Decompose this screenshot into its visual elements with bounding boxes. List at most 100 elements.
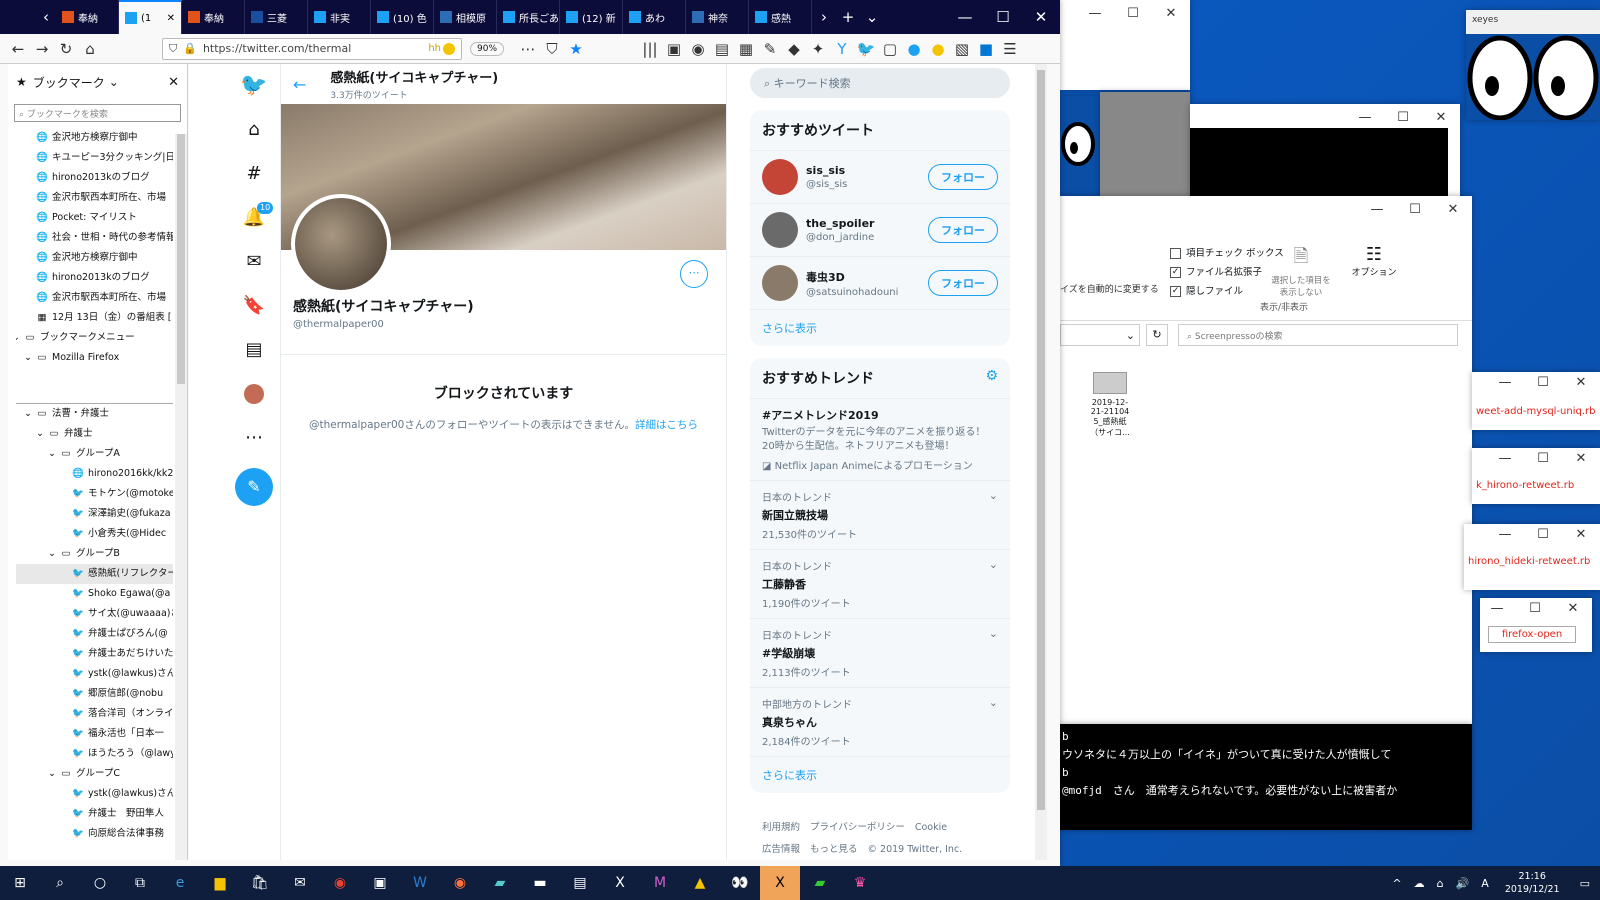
bookmark-item[interactable]: 🐦 Shoko Egawa(@a bbox=[16, 584, 173, 604]
bookmark-item[interactable] bbox=[16, 386, 173, 404]
follow-button[interactable]: フォロー bbox=[928, 164, 998, 190]
bookmark-folder[interactable]: ⌄ ▭ Mozilla Firefox bbox=[16, 348, 173, 368]
tab-3[interactable]: 三菱 bbox=[245, 0, 308, 34]
bookmark-item[interactable]: 🐦 落合洋司（オンライ bbox=[16, 704, 173, 724]
bookmark-item[interactable]: 🐦 ほうたろう（@lawy bbox=[16, 744, 173, 764]
extension-icon[interactable]: ● bbox=[926, 40, 950, 58]
notepad-icon[interactable]: ▤ bbox=[560, 866, 600, 900]
close-icon[interactable]: ✕ bbox=[168, 75, 179, 90]
chevron-down-icon[interactable]: ⌄ bbox=[36, 424, 48, 444]
tab-9[interactable]: あわ bbox=[623, 0, 686, 34]
footer-link[interactable]: Cookie bbox=[915, 822, 947, 833]
bookmark-item[interactable]: 🌐 金沢地方検察庁御中 bbox=[16, 128, 173, 148]
trend-item[interactable]: 日本のトレンド 工藤静香 1,190件のツイート ⌄ bbox=[750, 550, 1010, 619]
reload-icon[interactable]: ↻ bbox=[54, 40, 78, 58]
explore-hashtag-icon[interactable]: # bbox=[229, 152, 279, 196]
more-icon[interactable]: ⋯ bbox=[229, 416, 279, 460]
show-more-trends-link[interactable]: さらに表示 bbox=[750, 757, 1010, 793]
black-window[interactable]: — ☐ ✕ bbox=[1190, 104, 1460, 198]
footer-link[interactable]: プライバシーポリシー bbox=[810, 822, 905, 833]
bookmark-folder[interactable]: ⌄ ▭ 法曹・弁護士 bbox=[16, 404, 173, 424]
bookmark-item[interactable]: 🐦 サイ太(@uwaaaa)さ bbox=[16, 604, 173, 624]
notifications-icon[interactable]: 🔔 10 bbox=[229, 196, 279, 240]
profile-avatar-large[interactable] bbox=[291, 194, 391, 294]
firefox-icon[interactable]: ◉ bbox=[440, 866, 480, 900]
extension-icon[interactable]: ● bbox=[902, 40, 926, 58]
bookmark-item[interactable]: 🌐 キユーピー3分クッキング|日付別 bbox=[16, 148, 173, 168]
footer-link[interactable]: 利用規約 bbox=[762, 822, 800, 833]
chevron-down-icon[interactable]: ⌄ bbox=[24, 348, 36, 368]
terminal-icon[interactable]: ▬ bbox=[520, 866, 560, 900]
script-window-4[interactable]: — ☐ ✕ firefox-open bbox=[1480, 598, 1592, 652]
page-scrollbar[interactable] bbox=[1035, 64, 1047, 860]
back-arrow-icon[interactable]: ← bbox=[293, 75, 306, 94]
bookmark-item[interactable]: 🐦 感熱紙(リフレクター bbox=[16, 564, 173, 584]
script-window-1[interactable]: — ☐ ✕ weet-add-mysql-uniq.rb bbox=[1472, 372, 1600, 430]
chevron-down-icon[interactable]: ⌄ bbox=[48, 544, 60, 564]
bookmark-item[interactable]: 🐦 郷原信郎(@nobu bbox=[16, 684, 173, 704]
show-more-link[interactable]: さらに表示 bbox=[750, 310, 1010, 346]
messages-icon[interactable]: ✉ bbox=[229, 240, 279, 284]
extension-icon[interactable]: ▧ bbox=[950, 40, 974, 58]
twitter-icon[interactable]: 🐦 bbox=[854, 40, 878, 58]
follow-button[interactable]: フォロー bbox=[928, 217, 998, 243]
tab-10[interactable]: 神奈 bbox=[686, 0, 749, 34]
chevron-down-icon[interactable]: ⌄ bbox=[989, 696, 998, 709]
app-icon[interactable]: ♛ bbox=[840, 866, 880, 900]
bookmark-star-icon[interactable]: ★ bbox=[564, 40, 588, 58]
tab-1[interactable]: (1 ✕ bbox=[119, 0, 182, 34]
tab-8[interactable]: (12) 新 bbox=[560, 0, 623, 34]
trend-item[interactable]: 日本のトレンド 新国立競技場 21,530件のツイート ⌄ bbox=[750, 481, 1010, 550]
bookmark-item[interactable]: 🐦 ystk(@lawkus)さん bbox=[16, 664, 173, 684]
bookmarks-header[interactable]: ★ ブックマーク ⌄ ✕ bbox=[8, 64, 187, 100]
chevron-down-icon[interactable]: ⌄ bbox=[989, 627, 998, 640]
blue-eyes-window[interactable] bbox=[1060, 96, 1100, 196]
x-app-icon[interactable]: X bbox=[600, 866, 640, 900]
xeyes-icon[interactable]: 👀 bbox=[720, 866, 760, 900]
forward-icon[interactable]: → bbox=[30, 40, 54, 58]
tray-chevron-icon[interactable]: ^ bbox=[1392, 877, 1401, 890]
minimize-icon[interactable]: — bbox=[946, 8, 984, 26]
bookmark-item[interactable]: 🌐 金沢地方検察庁御中 bbox=[16, 248, 173, 268]
mail-icon[interactable]: ✉ bbox=[280, 866, 320, 900]
explorer-search-input[interactable]: ⌕ Screenpressoの検索 bbox=[1178, 324, 1458, 346]
app-icon[interactable]: ▰ bbox=[480, 866, 520, 900]
app-icon[interactable]: ▰ bbox=[800, 866, 840, 900]
bookmark-folder[interactable]: ⌄ ▭ グループA bbox=[16, 444, 173, 464]
follow-button[interactable]: フォロー bbox=[928, 270, 998, 296]
bookmark-item[interactable]: 🌐 hirono2016kk/kk2 bbox=[16, 464, 173, 484]
close-icon[interactable]: ✕ bbox=[1022, 8, 1060, 26]
home-icon[interactable]: ⌂ bbox=[78, 40, 102, 58]
sidebar-icon[interactable]: ▣ bbox=[662, 40, 686, 58]
tab-7[interactable]: 所長ごあい bbox=[497, 0, 560, 34]
cortana-icon[interactable]: ○ bbox=[80, 866, 120, 900]
extension-icon[interactable]: ■ bbox=[974, 40, 998, 58]
tab-6[interactable]: 相模原 bbox=[434, 0, 497, 34]
bookmark-folder[interactable]: ⌄ ▭ グループC bbox=[16, 764, 173, 784]
tab-4[interactable]: 非実 bbox=[308, 0, 371, 34]
address-dropdown[interactable]: ⌄ bbox=[1060, 324, 1140, 346]
maximize-icon[interactable]: ☐ bbox=[984, 8, 1022, 26]
options-button[interactable]: ☷ オプション bbox=[1350, 244, 1398, 278]
chrome-icon[interactable]: ◉ bbox=[320, 866, 360, 900]
bookmark-item[interactable]: 🌐 hirono2013kのブログ bbox=[16, 168, 173, 188]
trend-item[interactable]: 日本のトレンド #学級崩壊 2,113件のツイート ⌄ bbox=[750, 619, 1010, 688]
mobaxterm-icon[interactable]: M bbox=[640, 866, 680, 900]
bookmark-item[interactable]: 🐦 福永活也「日本一 bbox=[16, 724, 173, 744]
tab-0[interactable]: 奉納 bbox=[56, 0, 119, 34]
volume-icon[interactable]: 🔊 bbox=[1456, 877, 1470, 890]
tab-11[interactable]: 感熱 bbox=[749, 0, 812, 34]
twitter-logo-icon[interactable]: 🐦 bbox=[229, 64, 279, 108]
new-tab-icon[interactable]: + bbox=[836, 8, 860, 26]
xeyes-window[interactable]: xeyes bbox=[1466, 10, 1600, 120]
tab-2[interactable]: 奉納 bbox=[182, 0, 245, 34]
notification-center-icon[interactable]: ▭ bbox=[1580, 877, 1590, 890]
task-view-icon[interactable]: ⧉ bbox=[120, 866, 160, 900]
check-item-checkbox[interactable]: 項目チェック ボックス bbox=[1170, 244, 1284, 263]
background-window-top[interactable]: — ☐ ✕ bbox=[1060, 0, 1190, 90]
back-icon[interactable]: ← bbox=[6, 40, 30, 58]
chevron-down-icon[interactable]: ⌄ bbox=[989, 558, 998, 571]
lists-icon[interactable]: ▤ bbox=[229, 328, 279, 372]
onedrive-icon[interactable]: ☁ bbox=[1414, 877, 1425, 890]
bookmark-item[interactable]: 🌐 金沢市駅西本町所在、市場 bbox=[16, 288, 173, 308]
